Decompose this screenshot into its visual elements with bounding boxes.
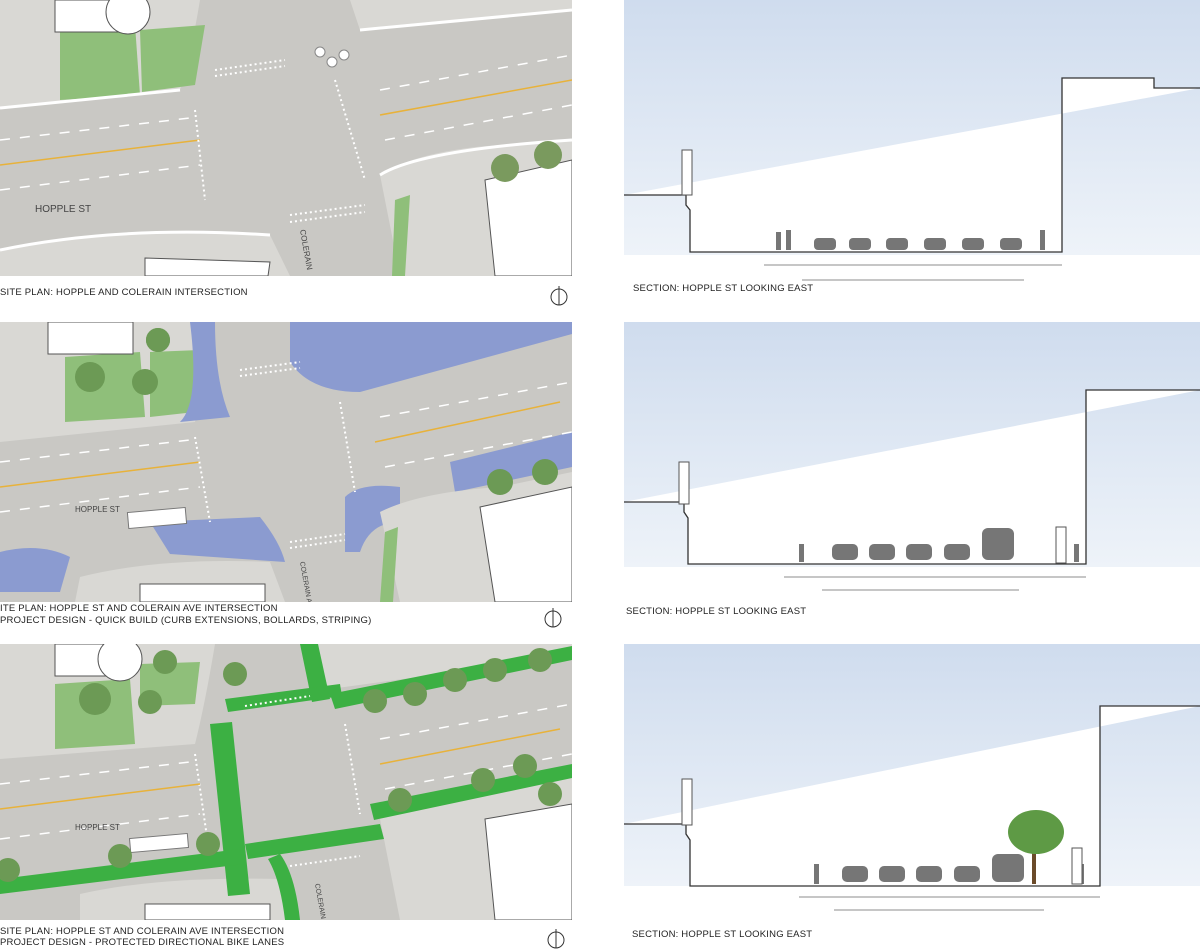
street-label-hopple: HOPPLE ST [75,823,120,832]
plan-2-caption-line-2: PROJECT DESIGN - QUICK BUILD (CURB EXTEN… [0,615,372,626]
north-arrow-icon [544,608,562,628]
plan-2-caption-line-1: ITE PLAN: HOPPLE ST AND COLERAIN AVE INT… [0,603,278,614]
site-plan-quick-build: HOPPLE ST COLERAIN AVE [0,322,572,602]
site-plan-bike-lanes: HOPPLE ST COLERAIN AVE [0,644,572,920]
section-bike-lanes [624,644,1200,920]
section-1-caption: SECTION: HOPPLE ST LOOKING EAST [633,283,814,294]
section-3-caption: SECTION: HOPPLE ST LOOKING EAST [632,929,813,940]
site-plan-existing-drawing: HOPPLE ST COLERAIN [0,0,572,276]
section-quick-build [624,322,1200,618]
site-plan-existing: HOPPLE ST COLERAIN [0,0,572,276]
plan-1-caption: SITE PLAN: HOPPLE AND COLERAIN INTERSECT… [0,287,248,298]
street-label-hopple: HOPPLE ST [35,204,91,215]
street-label-hopple: HOPPLE ST [75,505,120,514]
section-quick-build-drawing [624,322,1200,591]
section-bike-lanes-drawing [624,644,1200,911]
site-plan-bike-lanes-drawing: HOPPLE ST COLERAIN AVE [0,644,572,920]
section-existing [624,0,1200,300]
north-arrow-icon [547,929,565,949]
section-existing-drawing [624,0,1200,281]
section-2-caption: SECTION: HOPPLE ST LOOKING EAST [626,606,807,617]
plan-3-caption-line-2: PROJECT DESIGN - PROTECTED DIRECTIONAL B… [0,937,285,948]
site-plan-quick-build-drawing: HOPPLE ST COLERAIN AVE [0,322,572,602]
north-arrow-icon [550,286,568,306]
